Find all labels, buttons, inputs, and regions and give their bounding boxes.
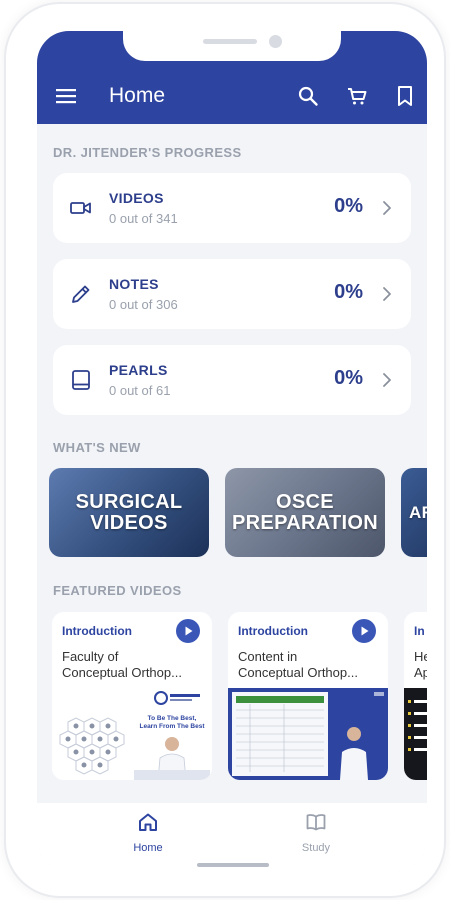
nav-item-study[interactable]: Study	[271, 811, 361, 854]
phone-frame: Home DR. JITENDER'S PROGRESS VIDEOS 0 ou…	[6, 4, 444, 896]
video-title: Faculty of Conceptual Orthop...	[62, 649, 182, 680]
svg-text:To Be The Best,: To Be The Best,	[148, 715, 197, 722]
progress-percent: 0%	[334, 281, 363, 303]
progress-card-pearls[interactable]: PEARLS 0 out of 61 0%	[53, 345, 411, 415]
progress-count: 0 out of 341	[109, 211, 178, 226]
whats-new-section-title: WHAT'S NEW	[53, 440, 141, 455]
progress-percent: 0%	[334, 195, 363, 217]
bookmark-icon[interactable]	[393, 84, 417, 108]
bottom-navigation: Home Study	[37, 803, 427, 871]
play-icon[interactable]	[352, 619, 376, 643]
featured-video-card[interactable]: Introduction Faculty of Conceptual Orthop…	[52, 612, 212, 780]
search-icon[interactable]	[296, 84, 320, 108]
progress-name: PEARLS	[109, 362, 168, 378]
video-tag: Introduction	[238, 624, 308, 638]
progress-section-title: DR. JITENDER'S PROGRESS	[53, 145, 242, 160]
chevron-right-icon	[381, 198, 393, 218]
chevron-right-icon	[381, 370, 393, 390]
video-title: Content in Conceptual Orthop...	[238, 649, 358, 680]
chevron-right-icon	[381, 284, 393, 304]
featured-section-title: FEATURED VIDEOS	[53, 583, 182, 598]
notch-camera	[269, 35, 282, 48]
pencil-icon	[69, 282, 93, 306]
nav-label: Home	[133, 842, 163, 854]
progress-card-videos[interactable]: VIDEOS 0 out of 341 0%	[53, 173, 411, 243]
home-icon	[103, 811, 193, 838]
app-header: Home	[37, 31, 427, 124]
tile-label: OSCE PREPARATION	[232, 490, 378, 534]
video-thumbnail	[404, 688, 427, 780]
tile-label: SURGICAL VIDEOS	[75, 490, 183, 534]
video-thumbnail	[228, 688, 388, 780]
video-title: HeAp	[414, 649, 427, 680]
whats-new-tile-osce-preparation[interactable]: OSCE PREPARATION	[225, 468, 385, 557]
nav-item-home[interactable]: Home	[103, 811, 193, 854]
video-thumbnail: To Be The Best, Learn From The Best	[52, 688, 212, 780]
video-camera-icon	[69, 196, 93, 220]
progress-count: 0 out of 306	[109, 297, 178, 312]
notch-speaker	[203, 39, 257, 44]
progress-card-notes[interactable]: NOTES 0 out of 306 0%	[53, 259, 411, 329]
featured-video-card-partial[interactable]: In HeAp	[404, 612, 427, 780]
phone-notch	[123, 31, 341, 61]
home-indicator-bar	[197, 863, 269, 867]
play-icon[interactable]	[176, 619, 200, 643]
progress-name: NOTES	[109, 276, 159, 292]
book-icon	[69, 368, 93, 392]
app-screen: Home DR. JITENDER'S PROGRESS VIDEOS 0 ou…	[37, 31, 427, 871]
progress-count: 0 out of 61	[109, 383, 171, 398]
nav-label: Study	[301, 842, 331, 854]
page-title: Home	[109, 84, 166, 107]
whats-new-tile-partial[interactable]: AR	[401, 468, 427, 557]
open-book-icon	[271, 811, 361, 838]
menu-icon[interactable]	[54, 84, 78, 108]
video-tag: In	[414, 624, 425, 638]
video-tag: Introduction	[62, 624, 132, 638]
featured-video-card[interactable]: Introduction Content in Conceptual Orthop…	[228, 612, 388, 780]
whats-new-tile-surgical-videos[interactable]: SURGICAL VIDEOS	[49, 468, 209, 557]
cart-icon[interactable]	[345, 84, 369, 108]
tile-label: AR	[409, 503, 427, 522]
progress-percent: 0%	[334, 367, 363, 389]
progress-name: VIDEOS	[109, 190, 164, 206]
svg-text:Learn From The Best: Learn From The Best	[139, 723, 205, 730]
